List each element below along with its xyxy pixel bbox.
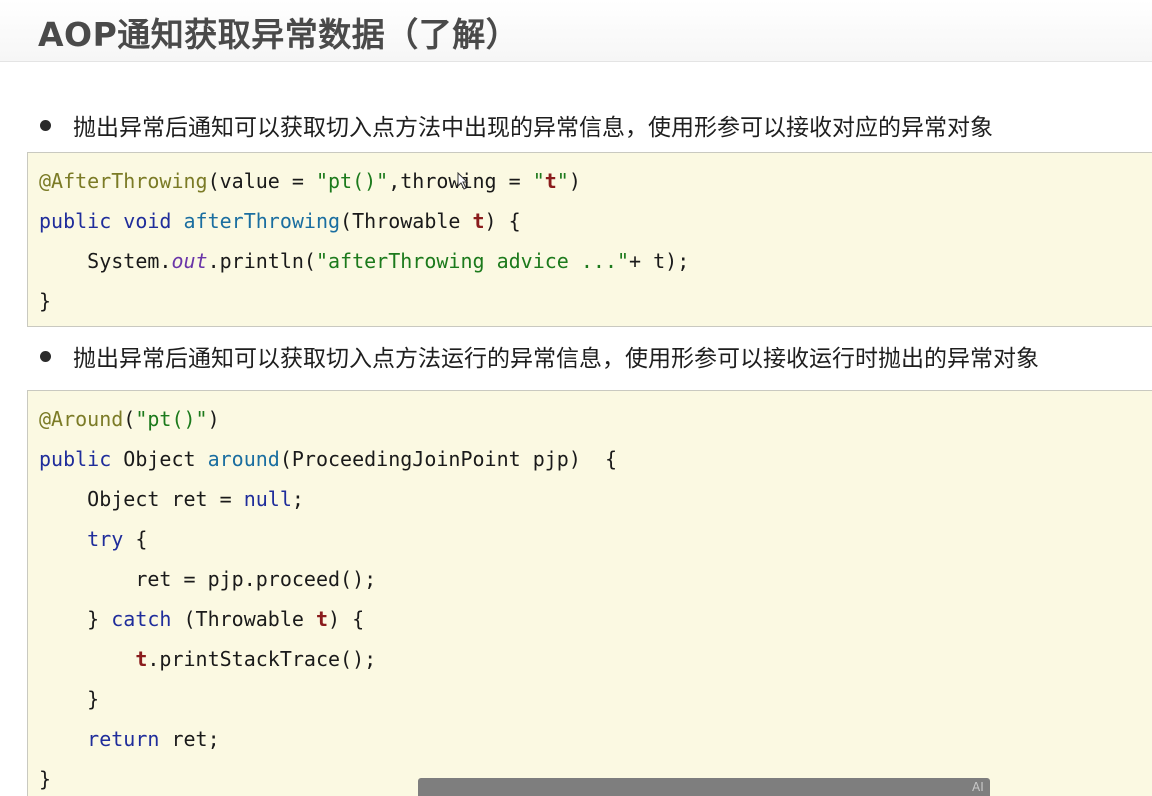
annotation: @AfterThrowing	[39, 169, 208, 193]
code-text: }	[39, 289, 52, 313]
title-bar: AOP通知获取异常数据（了解）	[0, 0, 1152, 62]
code-text: {	[123, 527, 148, 551]
code-text: .printStackTrace();	[147, 647, 377, 671]
mouse-cursor-icon	[457, 172, 469, 190]
code-line: t .printStackTrace();	[39, 644, 376, 674]
keyword: public void	[39, 209, 184, 233]
code-text: + t);	[629, 249, 690, 273]
code-text: }	[39, 607, 112, 631]
code-line: }	[39, 286, 51, 316]
code-text: }	[39, 767, 52, 791]
code-text: (value =	[207, 169, 316, 193]
bullet-item: 抛出异常后通知可以获取切入点方法中出现的异常信息，使用形参可以接收对应的异常对象	[38, 107, 993, 143]
string-literal: "afterThrowing advice ..."	[315, 249, 630, 273]
code-text: .println(	[207, 249, 316, 273]
param-name: t	[544, 169, 557, 193]
ai-watermark: AI	[972, 780, 984, 794]
code-line: @AfterThrowing (value = "pt()" ,throwing =…	[39, 166, 581, 196]
string-literal: "pt()"	[315, 169, 389, 193]
bullet-text: 抛出异常后通知可以获取切入点方法中出现的异常信息，使用形参可以接收对应的异常对象	[73, 115, 993, 141]
code-line: ret = pjp.proceed();	[39, 564, 376, 594]
annotation: @Around	[39, 407, 124, 431]
keyword: null	[243, 487, 292, 511]
keyword: return	[87, 727, 160, 751]
code-line: return ret;	[39, 724, 220, 754]
keyword: try	[87, 527, 124, 551]
string-quote: "	[532, 169, 545, 193]
code-text: )	[207, 407, 220, 431]
code-text: (	[123, 407, 136, 431]
code-text: ret = pjp.proceed();	[39, 567, 377, 591]
bullet-text: 抛出异常后通知可以获取切入点方法运行的异常信息，使用形参可以接收运行时抛出的异常…	[73, 346, 1039, 372]
code-line: Object ret = null;	[39, 484, 304, 514]
bullet-dot-icon	[40, 119, 51, 131]
code-line: }	[39, 764, 51, 794]
code-text: }	[39, 687, 100, 711]
code-text: Object	[123, 447, 208, 471]
code-line: System. out .println("afterThrowing advice…	[39, 246, 689, 276]
string-quote: "	[556, 169, 569, 193]
code-text: )	[568, 169, 581, 193]
keyword: catch	[111, 607, 172, 631]
code-text: ) {	[328, 607, 365, 631]
code-text: (Throwable	[340, 209, 473, 233]
method-name: afterThrowing	[183, 209, 341, 233]
code-line: } catch (Throwable t) {	[39, 604, 364, 634]
code-line: public Object around (ProceedingJoinPoint…	[39, 444, 617, 474]
code-text: (ProceedingJoinPoint pjp) {	[279, 447, 617, 471]
param-name: t	[315, 607, 329, 631]
code-text: ) {	[484, 209, 521, 233]
code-block-after-throwing: @AfterThrowing (value = "pt()" ,throwing =…	[27, 152, 1152, 327]
code-line: @Around("pt()")	[39, 404, 220, 434]
code-line: }	[39, 684, 99, 714]
code-text: ret;	[159, 727, 220, 751]
code-text: ;	[291, 487, 304, 511]
code-text: (Throwable	[171, 607, 316, 631]
field-name: out	[171, 249, 208, 273]
bullet-dot-icon	[40, 350, 51, 362]
code-line: try {	[39, 524, 147, 554]
string-literal: "pt()"	[135, 407, 208, 431]
keyword: public	[39, 447, 124, 471]
method-name: around	[207, 447, 280, 471]
code-text: System.	[39, 249, 172, 273]
code-line: public void afterThrowing (Throwable t) {	[39, 206, 521, 236]
subtitle-overlay-bar	[418, 778, 990, 796]
code-text: Object ret =	[39, 487, 244, 511]
code-block-around: @Around("pt()") public Object around (Pro…	[27, 390, 1152, 796]
page-title: AOP通知获取异常数据（了解）	[38, 15, 520, 54]
param-name: t	[135, 647, 148, 671]
param-name: t	[472, 209, 485, 233]
bullet-item: 抛出异常后通知可以获取切入点方法运行的异常信息，使用形参可以接收运行时抛出的异常…	[38, 338, 1039, 374]
